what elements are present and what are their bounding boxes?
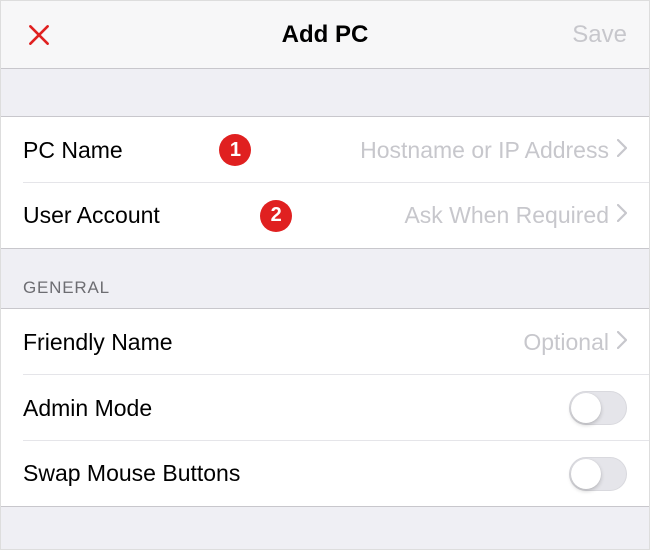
swap-mouse-toggle[interactable] — [569, 457, 627, 491]
admin-mode-toggle[interactable] — [569, 391, 627, 425]
annotation-badge-2: 2 — [260, 200, 292, 232]
pc-name-row[interactable]: PC Name 1 Hostname or IP Address — [1, 117, 649, 183]
friendly-name-row[interactable]: Friendly Name Optional — [1, 309, 649, 375]
chevron-right-icon — [617, 204, 627, 227]
general-header-label: GENERAL — [23, 278, 110, 298]
nav-header: Add PC Save — [1, 1, 649, 69]
chevron-right-icon — [617, 331, 627, 354]
close-icon — [26, 22, 52, 48]
pc-name-value: Hostname or IP Address — [360, 137, 609, 164]
toggle-knob — [571, 393, 601, 423]
admin-mode-row: Admin Mode — [1, 375, 649, 441]
connection-group: PC Name 1 Hostname or IP Address User Ac… — [1, 117, 649, 249]
save-button[interactable]: Save — [572, 21, 627, 49]
user-account-row[interactable]: User Account 2 Ask When Required — [1, 183, 649, 249]
friendly-name-label: Friendly Name — [23, 329, 173, 356]
close-button[interactable] — [23, 19, 55, 51]
page-title: Add PC — [1, 21, 649, 49]
general-section-header: GENERAL — [1, 249, 649, 309]
annotation-badge-1: 1 — [219, 134, 251, 166]
friendly-name-value: Optional — [523, 329, 609, 356]
general-group: Friendly Name Optional Admin Mode Swap M… — [1, 309, 649, 507]
section-spacer — [1, 69, 649, 117]
swap-mouse-row: Swap Mouse Buttons — [1, 441, 649, 507]
pc-name-label: PC Name — [23, 137, 123, 164]
user-account-label: User Account — [23, 202, 160, 229]
user-account-value: Ask When Required — [404, 202, 609, 229]
admin-mode-label: Admin Mode — [23, 395, 152, 422]
chevron-right-icon — [617, 139, 627, 162]
swap-mouse-label: Swap Mouse Buttons — [23, 460, 240, 487]
toggle-knob — [571, 459, 601, 489]
